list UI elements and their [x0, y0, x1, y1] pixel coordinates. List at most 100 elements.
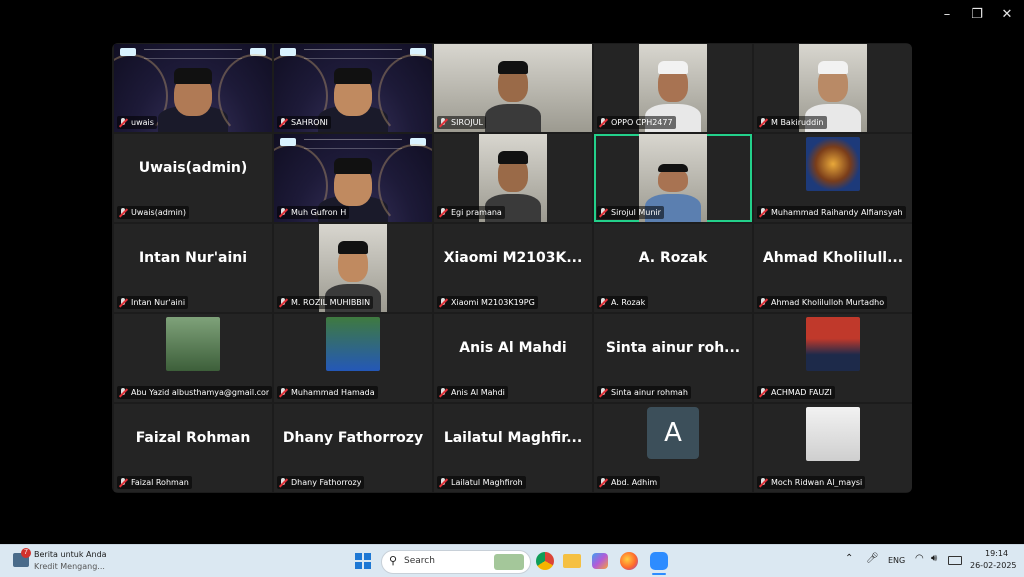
participant-tile[interactable]: A. Rozak A. Rozak [594, 224, 752, 312]
clock-time[interactable]: 19:14 [985, 549, 1008, 558]
participant-display-name: A. Rozak [638, 250, 708, 266]
participant-tile[interactable]: Intan Nur'aini Intan Nur'aini [114, 224, 272, 312]
window-titlebar: – ❐ ✕ [0, 0, 1024, 30]
participant-name-label: Muh Gufron H [277, 206, 350, 219]
participant-tile[interactable]: M. ROZIL MUHIBBIN [274, 224, 432, 312]
muted-mic-icon [119, 298, 128, 307]
participant-display-name: Ahmad Kholilull... [762, 250, 904, 266]
participant-tile[interactable]: Lailatul Maghfir... Lailatul Maghfiroh [434, 404, 592, 492]
participant-name-label: A. Rozak [597, 296, 649, 309]
logo [410, 48, 426, 56]
firefox-icon[interactable] [620, 552, 638, 570]
active-app-indicator [652, 573, 666, 575]
file-explorer-icon[interactable] [563, 554, 581, 568]
participant-tile[interactable]: Sirojul Munir [594, 134, 752, 222]
slide-header [304, 139, 402, 149]
participant-display-name: Dhany Fathorrozy [282, 430, 424, 446]
participant-name-label: SAHRONI [277, 116, 331, 129]
person-cap [338, 241, 368, 254]
participant-name: Muhammad Hamada [291, 388, 375, 397]
language-indicator[interactable]: ENG [888, 556, 905, 565]
battery-icon[interactable] [948, 556, 962, 565]
participant-name: Egi pramana [451, 208, 502, 217]
participant-name: Xiaomi M2103K19PG [451, 298, 535, 307]
participant-tile[interactable]: SAHRONI [274, 44, 432, 132]
clock-date[interactable]: 26-02-2025 [970, 561, 1017, 570]
muted-mic-icon [759, 208, 768, 217]
participant-tile[interactable]: Sinta ainur roh... Sinta ainur rohmah [594, 314, 752, 402]
profile-picture [806, 317, 860, 371]
copilot-icon[interactable] [592, 553, 608, 569]
participant-name-label: Abd. Adhim [597, 476, 661, 489]
muted-mic-icon [439, 298, 448, 307]
participant-name-label: Muhammad Hamada [277, 386, 378, 399]
muted-mic-icon [279, 208, 288, 217]
participant-name-label: ACHMAD FAUZI [757, 386, 835, 399]
person-cap [174, 68, 212, 84]
participant-tile[interactable]: ACHMAD FAUZI [754, 314, 912, 402]
participant-tile[interactable]: Abu Yazid albusthamya@gmail.com [114, 314, 272, 402]
participant-name: Abd. Adhim [611, 478, 658, 487]
profile-picture [326, 317, 380, 371]
slide-header [144, 49, 242, 59]
news-subtitle[interactable]: Kredit Mengang... [34, 562, 105, 571]
minimize-icon[interactable]: – [937, 6, 957, 24]
participant-tile[interactable]: Dhany Fathorrozy Dhany Fathorrozy [274, 404, 432, 492]
participant-tile[interactable]: A Abd. Adhim [594, 404, 752, 492]
muted-mic-icon [759, 118, 768, 127]
participant-name-label: Abu Yazid albusthamya@gmail.com [117, 386, 272, 399]
participant-tile[interactable]: Uwais(admin) Uwais(admin) [114, 134, 272, 222]
participant-display-name: Intan Nur'aini [138, 250, 248, 266]
participant-name: Uwais(admin) [131, 208, 186, 217]
participant-tile[interactable]: Moch Ridwan Al_maysi [754, 404, 912, 492]
muted-mic-icon [279, 478, 288, 487]
muted-mic-icon [119, 208, 128, 217]
taskbar-search-input[interactable]: ⚲ Search [381, 550, 531, 574]
participant-name: Sinta ainur rohmah [611, 388, 688, 397]
microphone-icon[interactable]: 🎤︎ [866, 553, 879, 564]
participant-name-label: Faizal Rohman [117, 476, 192, 489]
participant-tile[interactable]: Muh Gufron H [274, 134, 432, 222]
speaker-icon[interactable]: 🔊︎ [931, 553, 937, 564]
person-cap [818, 61, 848, 74]
participant-display-name: Anis Al Mahdi [459, 340, 567, 356]
person-cap [334, 68, 372, 84]
participant-tile[interactable]: OPPO CPH2477 [594, 44, 752, 132]
participant-tile[interactable]: Egi pramana [434, 134, 592, 222]
participant-name-label: Moch Ridwan Al_maysi [757, 476, 866, 489]
wifi-icon[interactable]: ◠ [915, 553, 924, 564]
participant-tile[interactable]: Faizal Rohman Faizal Rohman [114, 404, 272, 492]
restore-icon[interactable]: ❐ [967, 6, 987, 24]
participant-tile[interactable]: uwais [114, 44, 272, 132]
person-cap [498, 151, 528, 164]
slide-header [304, 49, 402, 59]
participant-display-name: Xiaomi M2103K... [443, 250, 583, 266]
participant-name: SIROJUL [451, 118, 483, 127]
participant-name: Anis Al Mahdi [451, 388, 505, 397]
participant-name-label: Lailatul Maghfiroh [437, 476, 526, 489]
participant-tile[interactable]: Ahmad Kholilull... Ahmad Kholilulloh Murt… [754, 224, 912, 312]
chevron-up-icon[interactable]: ⌃ [845, 553, 853, 564]
participant-tile[interactable]: Anis Al Mahdi Anis Al Mahdi [434, 314, 592, 402]
muted-mic-icon [119, 388, 128, 397]
participant-name-label: Xiaomi M2103K19PG [437, 296, 538, 309]
participant-tile[interactable]: Muhammad Hamada [274, 314, 432, 402]
participant-name: uwais [131, 118, 154, 127]
close-icon[interactable]: ✕ [997, 6, 1017, 24]
participant-tile[interactable]: Muhammad Raihandy Alfiansyah [754, 134, 912, 222]
participant-tile[interactable]: M Bakiruddin [754, 44, 912, 132]
start-windows-icon[interactable] [355, 553, 371, 569]
logo [280, 48, 296, 56]
participant-name-label: SIROJUL [437, 116, 486, 129]
logo [410, 138, 426, 146]
muted-mic-icon [439, 478, 448, 487]
participant-display-name: Faizal Rohman [135, 430, 251, 446]
news-title[interactable]: Berita untuk Anda [34, 550, 107, 559]
participant-tile[interactable]: SIROJUL [434, 44, 592, 132]
participant-tile[interactable]: Xiaomi M2103K... Xiaomi M2103K19PG [434, 224, 592, 312]
muted-mic-icon [759, 478, 768, 487]
chrome-icon[interactable] [536, 552, 554, 570]
participant-name: Moch Ridwan Al_maysi [771, 478, 863, 487]
zoom-app-icon[interactable] [650, 552, 668, 570]
participant-display-name: Lailatul Maghfir... [443, 430, 583, 446]
